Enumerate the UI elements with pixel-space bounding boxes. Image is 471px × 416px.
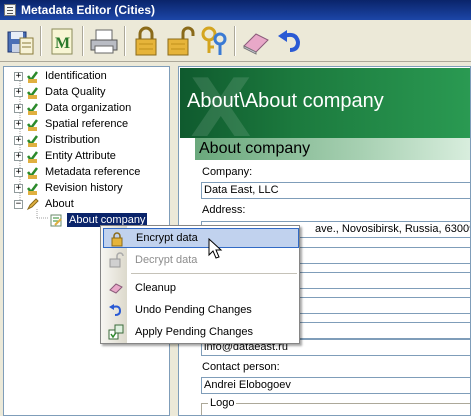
tree-item-metadata-reference[interactable]: + Metadata reference xyxy=(14,164,142,180)
logo-label: Logo xyxy=(208,397,237,409)
tree-item-revision-history[interactable]: + Revision history xyxy=(14,180,125,196)
toolbar-separator xyxy=(40,25,42,56)
title-bar: Metadata Editor (Cities) xyxy=(0,0,471,20)
contact-label: Contact person: xyxy=(202,361,280,373)
menu-separator xyxy=(131,273,297,274)
tree-item-entity-attribute[interactable]: + Entity Attribute xyxy=(14,148,118,164)
toolbar: M xyxy=(0,20,471,62)
undo-icon xyxy=(109,304,122,316)
unlock-icon xyxy=(167,26,195,55)
expand-button[interactable]: + xyxy=(14,151,23,161)
apply-icon xyxy=(108,324,124,340)
window-title: Metadata Editor (Cities) xyxy=(21,3,156,17)
toolbar-separator xyxy=(234,25,236,56)
undo-button[interactable] xyxy=(273,23,307,59)
printer-icon xyxy=(90,29,118,53)
address-label: Address: xyxy=(202,204,246,216)
document-edit-icon xyxy=(50,214,63,227)
banner-title: About\About company xyxy=(187,90,384,112)
expand-button[interactable]: + xyxy=(14,167,23,177)
decrypt-button[interactable] xyxy=(163,23,197,59)
tree-item-data-quality[interactable]: + Data Quality xyxy=(14,84,108,100)
menu-item-undo-pending-changes[interactable]: Undo Pending Changes xyxy=(103,300,299,320)
checkmark-icon xyxy=(26,182,39,195)
expand-button[interactable]: + xyxy=(14,103,23,113)
tree-item-data-organization[interactable]: + Data organization xyxy=(14,100,133,116)
checkmark-icon xyxy=(26,118,39,131)
pencil-icon xyxy=(26,197,39,211)
tree-item-label: Data Quality xyxy=(45,86,106,98)
checkmark-icon xyxy=(26,150,39,163)
keys-button[interactable] xyxy=(197,23,231,59)
checkmark-icon xyxy=(26,86,39,99)
mouse-cursor-icon xyxy=(208,238,223,259)
print-button[interactable] xyxy=(87,23,121,59)
metadata-button[interactable]: M xyxy=(45,23,79,59)
checkmark-icon xyxy=(26,134,39,147)
svg-text:M: M xyxy=(55,35,70,52)
context-menu: Encrypt data Decrypt data Cleanup Undo P… xyxy=(100,225,300,344)
eraser-icon xyxy=(243,32,269,55)
tree-item-label: Spatial reference xyxy=(45,118,129,130)
expand-button[interactable]: + xyxy=(14,87,23,97)
tree-item-label: Metadata reference xyxy=(45,166,141,178)
banner: X About\About company xyxy=(180,68,470,138)
m-icon: M xyxy=(51,28,73,54)
menu-item-cleanup[interactable]: Cleanup xyxy=(103,278,299,298)
toolbar-separator xyxy=(82,25,84,56)
toolbar-separator xyxy=(124,25,126,56)
menu-item-label: Apply Pending Changes xyxy=(135,326,254,338)
tree-item-label: Revision history xyxy=(45,182,123,194)
encrypt-button[interactable] xyxy=(129,23,163,59)
expand-button[interactable]: + xyxy=(14,183,23,193)
tree-item-label: About xyxy=(45,198,74,210)
company-field[interactable]: Data East, LLC xyxy=(201,182,470,199)
collapse-button[interactable]: − xyxy=(14,199,23,209)
expand-button[interactable]: + xyxy=(14,71,23,81)
menu-item-label: Cleanup xyxy=(135,282,176,294)
tree-item-label: Data organization xyxy=(45,102,132,114)
contact-field[interactable]: Andrei Elobogoev xyxy=(201,377,470,394)
menu-item-decrypt-data[interactable]: Decrypt data xyxy=(103,250,299,270)
tree-item-identification[interactable]: + Identification xyxy=(14,68,109,84)
unlock-icon xyxy=(109,252,124,268)
company-label: Company: xyxy=(202,166,253,178)
menu-item-apply-pending-changes[interactable]: Apply Pending Changes xyxy=(103,322,299,342)
keys-icon xyxy=(201,26,227,55)
tree-item-about[interactable]: − About xyxy=(14,196,76,212)
lock-icon xyxy=(111,232,123,247)
menu-item-encrypt-data[interactable]: Encrypt data xyxy=(103,228,299,248)
tree-item-label: Identification xyxy=(45,70,107,82)
menu-item-label: Encrypt data xyxy=(136,232,198,244)
section-title: About company xyxy=(195,138,470,160)
logo-group: Logo xyxy=(201,397,470,415)
checkmark-icon xyxy=(26,102,39,115)
tree-item-label: Distribution xyxy=(45,134,101,146)
app-icon xyxy=(4,4,16,16)
menu-item-label: Undo Pending Changes xyxy=(135,304,252,316)
cleanup-button[interactable] xyxy=(239,23,273,59)
save-icon xyxy=(7,31,34,54)
eraser-icon xyxy=(109,283,123,294)
expand-button[interactable]: + xyxy=(14,119,23,129)
tree-item-label: Entity Attribute xyxy=(45,150,116,162)
menu-item-label: Decrypt data xyxy=(135,254,198,266)
checkmark-icon xyxy=(26,166,39,179)
undo-icon xyxy=(278,29,301,52)
expand-button[interactable]: + xyxy=(14,135,23,145)
tree-item-distribution[interactable]: + Distribution xyxy=(14,132,102,148)
checkmark-icon xyxy=(26,70,39,83)
tree-item-spatial-reference[interactable]: + Spatial reference xyxy=(14,116,130,132)
save-button[interactable] xyxy=(3,23,37,59)
lock-icon xyxy=(135,26,157,55)
